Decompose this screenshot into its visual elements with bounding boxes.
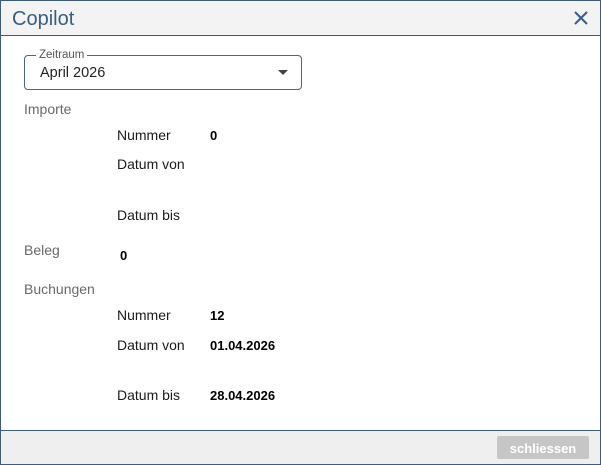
buchungen-datum-bis-label: Datum bis xyxy=(117,387,181,403)
buchungen-heading: Buchungen xyxy=(24,281,95,297)
buchungen-nummer-value: 12 xyxy=(210,308,225,323)
dialog-title: Copilot xyxy=(12,8,75,30)
period-select-label: Zeitraum xyxy=(36,48,88,62)
dropdown-arrow-icon xyxy=(278,70,288,75)
period-select-value: April 2026 xyxy=(40,65,106,81)
importe-nummer-value: 0 xyxy=(210,128,218,143)
buchungen-nummer-label: Nummer xyxy=(117,307,171,323)
dialog-titlebar: Copilot xyxy=(1,1,600,36)
importe-nummer-label: Nummer xyxy=(117,127,171,143)
beleg-value: 0 xyxy=(120,248,128,263)
buchungen-datum-bis-value: 28.04.2026 xyxy=(210,388,276,403)
close-icon[interactable] xyxy=(572,9,590,27)
copilot-dialog: Copilot Zeitraum April 2026 Importe Numm… xyxy=(0,0,601,465)
period-select[interactable]: Zeitraum April 2026 xyxy=(24,48,302,90)
dialog-footer: schliessen xyxy=(1,430,600,464)
close-button[interactable]: schliessen xyxy=(497,436,589,459)
buchungen-datum-von-value: 01.04.2026 xyxy=(210,338,276,353)
importe-datum-von-label: Datum von xyxy=(117,156,185,172)
importe-heading: Importe xyxy=(24,101,72,117)
importe-datum-bis-label: Datum bis xyxy=(117,207,181,223)
beleg-heading: Beleg xyxy=(24,242,60,258)
buchungen-datum-von-label: Datum von xyxy=(117,337,185,353)
